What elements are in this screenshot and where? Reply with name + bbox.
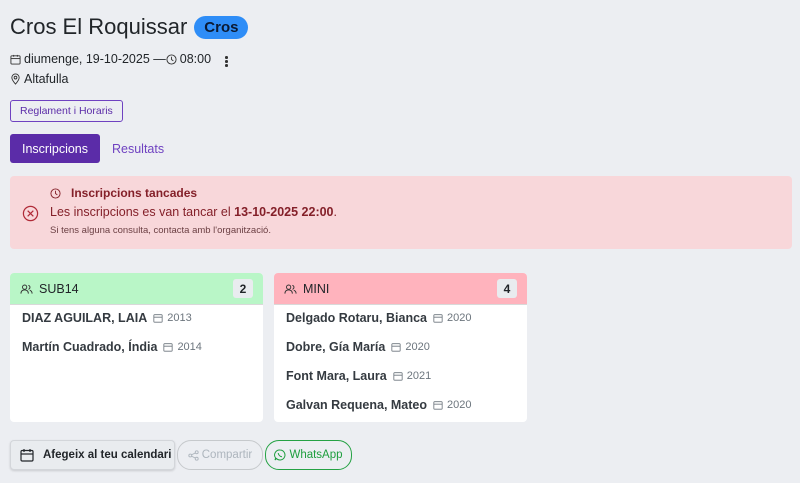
category-header: MINI 4 [274, 273, 527, 305]
category-name: MINI [303, 281, 330, 296]
users-icon [284, 284, 297, 294]
event-datetime: diumenge, 19-10-2025 — 08:00 [10, 50, 232, 69]
category-card-mini: MINI 4 Delgado Rotaru, Bianca 2020 Dobre… [274, 273, 527, 422]
clock-icon [166, 54, 177, 65]
participant-name: Martín Cuadrado, Índia [22, 340, 158, 354]
whatsapp-button[interactable]: WhatsApp [265, 440, 352, 470]
participant-row: Font Mara, Laura 2021 [286, 369, 431, 383]
participant-row: DIAZ AGUILAR, LAIA 2013 [22, 311, 192, 325]
tab-results[interactable]: Resultats [100, 134, 176, 163]
alert-title: Inscripcions tancades [71, 186, 198, 200]
birth-year: 2013 [167, 312, 192, 324]
participant-name: Dobre, Gía María [286, 340, 386, 354]
alert-message: Les inscripcions es van tancar el 13-10-… [50, 205, 337, 219]
participant-name: Delgado Rotaru, Bianca [286, 311, 427, 325]
calendar-icon [163, 343, 174, 352]
event-time: 08:00 [179, 52, 212, 67]
alert-message-end: . [333, 205, 337, 219]
participant-row: Galvan Requena, Mateo 2020 [286, 398, 472, 412]
whatsapp-icon [274, 449, 286, 461]
category-header: SUB14 2 [10, 273, 263, 305]
tab-inscriptions[interactable]: Inscripcions [10, 134, 100, 163]
calendar-icon [433, 401, 443, 410]
event-date: diumenge, 19-10-2025 — [24, 52, 166, 67]
participant-name: Font Mara, Laura [286, 369, 387, 383]
share-icon [188, 449, 199, 461]
regulations-button[interactable]: Reglament i Horaris [10, 100, 123, 122]
calendar-icon [393, 372, 403, 381]
participant-row: Delgado Rotaru, Bianca 2020 [286, 311, 471, 325]
category-name: SUB14 [39, 281, 79, 296]
alert-note: Si tens alguna consulta, contacta amb l'… [50, 225, 271, 236]
alert-close-date: 13-10-2025 22:00 [234, 205, 334, 219]
error-circle-icon [22, 205, 39, 222]
event-header: Cros El Roquissar Cros [10, 14, 249, 40]
calendar-icon [153, 314, 163, 323]
calendar-icon [10, 54, 21, 65]
add-to-calendar-button[interactable]: Afegeix al teu calendari [10, 440, 175, 470]
add-to-calendar-label: Afegeix al teu calendari [43, 449, 172, 461]
share-button[interactable]: Compartir [177, 440, 263, 470]
calendar-icon [433, 314, 443, 323]
birth-year: 2021 [406, 370, 432, 382]
tabs: Inscripcions Resultats [10, 134, 176, 163]
location-pin-icon [11, 73, 20, 85]
event-type-badge: Cros [194, 15, 249, 39]
category-card-sub14: SUB14 2 DIAZ AGUILAR, LAIA 2013 Martín C… [10, 273, 263, 422]
event-location: Altafulla [10, 72, 68, 86]
participant-count-badge: 2 [233, 279, 253, 298]
whatsapp-label: WhatsApp [289, 449, 343, 461]
location-label: Altafulla [24, 72, 69, 86]
birth-year: 2020 [447, 399, 472, 411]
birth-year: 2014 [177, 341, 202, 353]
alert-message-text: Les inscripcions es van tancar el [50, 205, 235, 219]
participant-row: Martín Cuadrado, Índia 2014 [22, 340, 202, 354]
birth-year: 2020 [405, 341, 430, 353]
participant-name: DIAZ AGUILAR, LAIA [22, 311, 148, 325]
page-title: Cros El Roquissar [10, 14, 188, 39]
participant-count-badge: 4 [497, 279, 517, 298]
registrations-closed-alert: Inscripcions tancades Les inscripcions e… [10, 176, 792, 249]
share-label: Compartir [201, 449, 253, 461]
calendar-icon [20, 449, 34, 462]
more-options-icon[interactable] [221, 54, 232, 69]
participant-name: Galvan Requena, Mateo [286, 398, 428, 412]
users-icon [20, 284, 33, 294]
calendar-icon [391, 343, 401, 352]
participant-row: Dobre, Gía María 2020 [286, 340, 430, 354]
clock-icon [50, 187, 61, 199]
birth-year: 2020 [447, 312, 472, 324]
